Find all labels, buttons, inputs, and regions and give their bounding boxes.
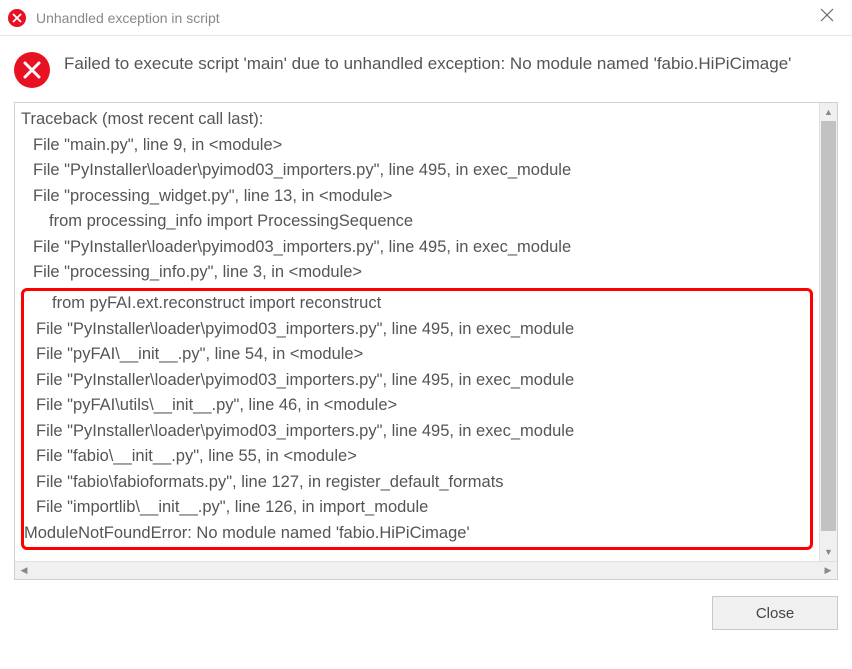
traceback-line: File "PyInstaller\loader\pyimod03_import…: [24, 368, 810, 394]
traceback-line: File "fabio\__init__.py", line 55, in <m…: [24, 444, 810, 470]
traceback-line: File "pyFAI\__init__.py", line 54, in <m…: [24, 342, 810, 368]
error-icon: [14, 52, 50, 88]
scroll-down-arrow-icon[interactable]: ▼: [820, 543, 837, 561]
traceback-container: Traceback (most recent call last):File "…: [14, 102, 838, 580]
close-button[interactable]: Close: [712, 596, 838, 630]
error-header: Failed to execute script 'main' due to u…: [14, 52, 838, 88]
traceback-line: File "fabio\fabioformats.py", line 127, …: [24, 470, 810, 496]
scroll-track[interactable]: [33, 562, 819, 579]
traceback-line: File "importlib\__init__.py", line 126, …: [24, 495, 810, 521]
traceback-line: File "processing_info.py", line 3, in <m…: [21, 260, 813, 286]
titlebar: Unhandled exception in script: [0, 0, 852, 36]
vertical-scrollbar[interactable]: ▲ ▼: [819, 103, 837, 561]
window-close-button[interactable]: [810, 4, 844, 31]
traceback-line: File "main.py", line 9, in <module>: [21, 133, 813, 159]
error-message: Failed to execute script 'main' due to u…: [64, 52, 791, 77]
traceback-text[interactable]: Traceback (most recent call last):File "…: [15, 103, 819, 561]
scroll-left-arrow-icon[interactable]: ◀: [15, 562, 33, 580]
button-bar: Close: [0, 580, 852, 646]
traceback-header: Traceback (most recent call last):: [21, 107, 813, 133]
traceback-line: File "PyInstaller\loader\pyimod03_import…: [24, 317, 810, 343]
error-icon: [8, 9, 26, 27]
horizontal-scrollbar[interactable]: ◀ ▶: [15, 561, 837, 579]
traceback-line: from processing_info import ProcessingSe…: [21, 209, 813, 235]
window-title: Unhandled exception in script: [36, 10, 810, 26]
traceback-line: File "PyInstaller\loader\pyimod03_import…: [21, 158, 813, 184]
traceback-line: File "pyFAI\utils\__init__.py", line 46,…: [24, 393, 810, 419]
scroll-right-arrow-icon[interactable]: ▶: [819, 562, 837, 580]
traceback-line: ModuleNotFoundError: No module named 'fa…: [24, 521, 810, 547]
traceback-line: File "PyInstaller\loader\pyimod03_import…: [21, 235, 813, 261]
traceback-line: File "PyInstaller\loader\pyimod03_import…: [24, 419, 810, 445]
dialog-content: Failed to execute script 'main' due to u…: [0, 36, 852, 580]
traceback-line: File "processing_widget.py", line 13, in…: [21, 184, 813, 210]
highlighted-traceback: from pyFAI.ext.reconstruct import recons…: [21, 288, 813, 550]
traceback-line: from pyFAI.ext.reconstruct import recons…: [24, 291, 810, 317]
scroll-up-arrow-icon[interactable]: ▲: [820, 103, 837, 121]
scroll-thumb[interactable]: [821, 121, 836, 531]
